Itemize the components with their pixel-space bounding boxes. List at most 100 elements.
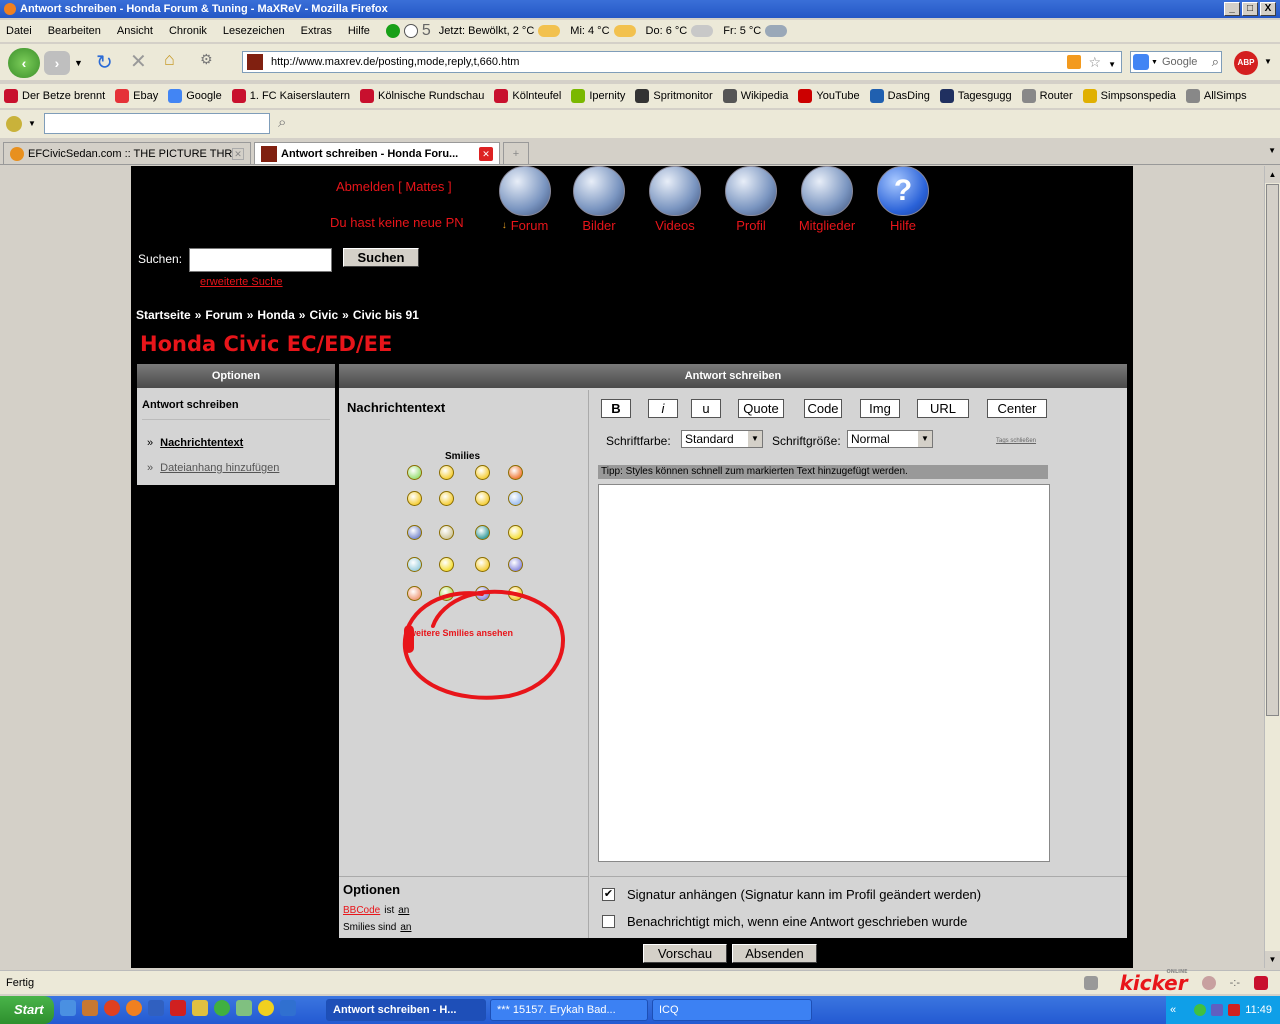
- bookmark-item[interactable]: Ipernity: [571, 89, 625, 103]
- forward-button[interactable]: ›: [44, 51, 70, 75]
- url-dropdown-icon[interactable]: ▼: [1108, 55, 1116, 75]
- tab-efcivicsedan[interactable]: EFCivicSedan.com :: THE PICTURE THR... ✕: [3, 142, 251, 164]
- bookmark-item[interactable]: Spritmonitor: [635, 89, 713, 103]
- bookmark-item[interactable]: Tagesgugg: [939, 89, 1012, 103]
- nav-hilfe-icon[interactable]: ?: [877, 166, 929, 216]
- bookmark-item[interactable]: 1. FC Kaiserslautern: [231, 89, 350, 103]
- message-textarea[interactable]: [598, 484, 1050, 862]
- link-dateianhang[interactable]: Dateianhang hinzufügen: [160, 462, 279, 474]
- nav-hilfe-link[interactable]: Hilfe: [863, 218, 943, 233]
- rss-icon[interactable]: [1067, 55, 1081, 69]
- search-box[interactable]: ▼ Google ⌕: [1130, 51, 1222, 73]
- star-icon[interactable]: ☆: [1088, 52, 1101, 72]
- url-bar[interactable]: http://www.maxrev.de/posting,mode,reply,…: [242, 51, 1122, 73]
- smiley-icon[interactable]: [475, 491, 490, 506]
- toolbar-search-icon[interactable]: ⌕: [278, 114, 286, 131]
- submit-button[interactable]: Absenden: [732, 944, 817, 963]
- menu-datei[interactable]: Datei: [6, 25, 32, 37]
- font-color-select[interactable]: Standard ▼: [681, 430, 763, 448]
- back-button[interactable]: ‹: [8, 48, 40, 78]
- vertical-scrollbar[interactable]: ▲ ▼: [1264, 166, 1280, 968]
- quicklaunch-icon[interactable]: [60, 1000, 76, 1016]
- smiley-icon[interactable]: [475, 465, 490, 480]
- nav-profil-link[interactable]: Profil: [711, 218, 791, 233]
- breadcrumb-civic-bis-91[interactable]: Civic bis 91: [353, 308, 419, 322]
- scroll-up-icon[interactable]: ▲: [1265, 166, 1280, 183]
- bookmark-item[interactable]: Ebay: [115, 89, 158, 103]
- close-tags-link[interactable]: Tags schließen: [996, 438, 1036, 444]
- smiley-icon[interactable]: [475, 557, 490, 572]
- smiley-icon[interactable]: [475, 525, 490, 540]
- smiley-icon[interactable]: [439, 525, 454, 540]
- underline-button[interactable]: u: [691, 399, 721, 418]
- nav-bilder-icon[interactable]: [573, 166, 625, 216]
- minimize-button[interactable]: _: [1224, 2, 1240, 16]
- italic-button[interactable]: i: [648, 399, 678, 418]
- bookmark-item[interactable]: Kölnische Rundschau: [359, 89, 484, 103]
- center-button[interactable]: Center: [987, 399, 1047, 418]
- quicklaunch-icon[interactable]: [148, 1000, 164, 1016]
- toolbar-dropdown-icon[interactable]: ▼: [28, 119, 36, 128]
- new-tab-button[interactable]: +: [503, 142, 529, 164]
- quicklaunch-icon[interactable]: [170, 1000, 186, 1016]
- font-size-select[interactable]: Normal ▼: [847, 430, 933, 448]
- smiley-icon[interactable]: [439, 557, 454, 572]
- tab-list-icon[interactable]: ▼: [1268, 146, 1276, 155]
- signature-checkbox[interactable]: ✔: [602, 888, 615, 901]
- smiley-icon[interactable]: [508, 557, 523, 572]
- breadcrumb-honda[interactable]: Honda: [257, 308, 294, 322]
- url-button[interactable]: URL: [917, 399, 969, 418]
- nav-bilder-link[interactable]: Bilder: [559, 218, 639, 233]
- breadcrumb-startseite[interactable]: Startseite: [136, 308, 191, 322]
- nav-mitglieder-icon[interactable]: [801, 166, 853, 216]
- close-button[interactable]: X: [1260, 2, 1276, 16]
- task-winamp[interactable]: *** 15157. Erykah Bad...: [490, 999, 648, 1021]
- nav-profil-icon[interactable]: [725, 166, 777, 216]
- bookmark-item[interactable]: Google: [168, 89, 222, 103]
- bookmark-item[interactable]: Simpsonspedia: [1082, 89, 1176, 103]
- magnifier-icon[interactable]: ⌕: [1212, 54, 1219, 70]
- breadcrumb-forum[interactable]: Forum: [205, 308, 242, 322]
- notify-checkbox[interactable]: [602, 915, 615, 928]
- toolbar-input[interactable]: [44, 113, 270, 134]
- history-dropdown-icon[interactable]: ▼: [74, 58, 83, 68]
- quicklaunch-icon[interactable]: [280, 1000, 296, 1016]
- bold-button[interactable]: B: [601, 399, 631, 418]
- img-button[interactable]: Img: [860, 399, 900, 418]
- menu-extras[interactable]: Extras: [301, 25, 332, 37]
- bookmark-item[interactable]: Wikipedia: [722, 89, 788, 103]
- menu-bearbeiten[interactable]: Bearbeiten: [48, 25, 101, 37]
- menu-lesezeichen[interactable]: Lesezeichen: [223, 25, 285, 37]
- search-engine-dropdown-icon[interactable]: ▼: [1151, 59, 1158, 66]
- smiley-icon[interactable]: [407, 491, 422, 506]
- smiley-icon[interactable]: [407, 465, 422, 480]
- breadcrumb-civic[interactable]: Civic: [309, 308, 338, 322]
- stop-icon[interactable]: ✕: [130, 49, 147, 74]
- adblock-button[interactable]: ABP: [1234, 51, 1258, 75]
- bookmark-item[interactable]: Kölnteufel: [494, 89, 561, 103]
- quicklaunch-icon[interactable]: [104, 1000, 120, 1016]
- smiley-icon[interactable]: [439, 465, 454, 480]
- tab-antwort-schreiben[interactable]: Antwort schreiben - Honda Foru... ✕: [254, 142, 500, 164]
- menu-chronik[interactable]: Chronik: [169, 25, 207, 37]
- link-nachrichtentext[interactable]: Nachrichtentext: [160, 437, 243, 449]
- scroll-down-icon[interactable]: ▼: [1265, 951, 1280, 968]
- bookmark-item[interactable]: Router: [1021, 89, 1073, 103]
- quicklaunch-icon[interactable]: [126, 1000, 142, 1016]
- bbcode-link[interactable]: BBCode: [343, 905, 380, 916]
- bbcode-state-link[interactable]: an: [398, 905, 409, 916]
- quicklaunch-icon[interactable]: [258, 1000, 274, 1016]
- bookmark-item[interactable]: AllSimps: [1185, 89, 1247, 103]
- bookmark-item[interactable]: DasDing: [869, 89, 930, 103]
- nav-videos-link[interactable]: Videos: [635, 218, 715, 233]
- menu-ansicht[interactable]: Ansicht: [117, 25, 153, 37]
- nav-forum-icon[interactable]: [499, 166, 551, 216]
- quicklaunch-icon[interactable]: [82, 1000, 98, 1016]
- home-icon[interactable]: ⌂: [164, 49, 175, 70]
- smiley-icon[interactable]: [508, 465, 523, 480]
- nav-videos-icon[interactable]: [649, 166, 701, 216]
- adblock-dropdown-icon[interactable]: ▼: [1264, 57, 1272, 66]
- quicklaunch-icon[interactable]: [192, 1000, 208, 1016]
- forum-search-input[interactable]: [189, 248, 332, 272]
- headset-icon[interactable]: [6, 116, 22, 132]
